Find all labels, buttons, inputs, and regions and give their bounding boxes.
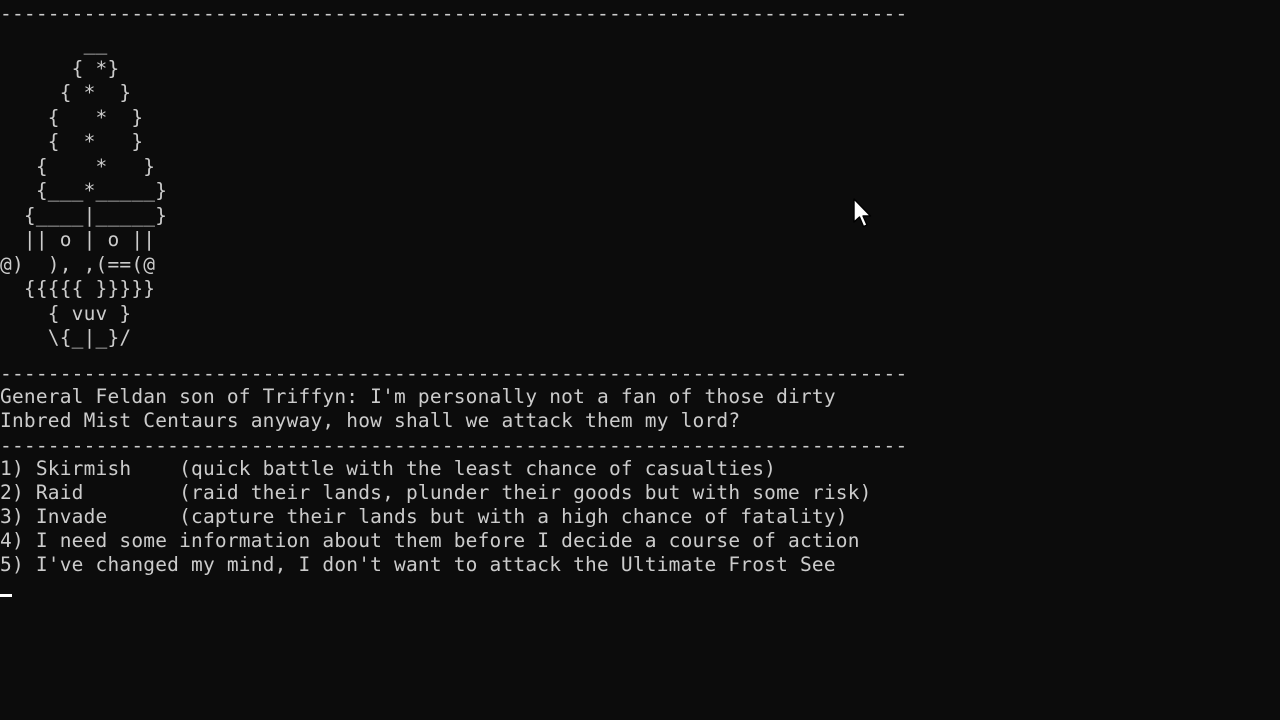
menu-option-skirmish: 1) Skirmish (quick battle with the least…: [0, 457, 777, 480]
art-line: {{{{{ }}}}}: [0, 277, 156, 300]
terminal-window[interactable]: ----------------------------------------…: [0, 0, 1280, 720]
dialogue-line: General Feldan son of Triffyn: I'm perso…: [0, 385, 836, 408]
art-line: { * }: [0, 81, 132, 104]
menu-option-cancel: 5) I've changed my mind, I don't want to…: [0, 553, 836, 576]
art-line: || o | o ||: [0, 228, 156, 251]
text-caret: [0, 594, 12, 597]
art-line: @) ), ,(==(@: [0, 252, 156, 276]
divider-lower: ----------------------------------------…: [0, 434, 908, 457]
art-line: __: [0, 32, 108, 55]
divider-top: ----------------------------------------…: [0, 2, 908, 25]
art-line: { vuv }: [0, 301, 132, 325]
art-line: { * }: [0, 105, 144, 129]
art-line: \{_|_}/: [0, 326, 132, 349]
art-line: { *}: [0, 56, 120, 80]
art-line: {____|_____}: [0, 203, 168, 227]
art-line: { * }: [0, 154, 156, 178]
mouse-pointer-icon: [853, 198, 872, 228]
dialogue-line: Inbred Mist Centaurs anyway, how shall w…: [0, 409, 741, 432]
menu-option-raid: 2) Raid (raid their lands, plunder their…: [0, 481, 872, 504]
art-line: {___*_____}: [0, 179, 168, 202]
ascii-art-knight: __ { *} { * } { * } { * } { * } {___*___…: [0, 32, 167, 351]
menu-option-invade: 3) Invade (capture their lands but with …: [0, 505, 848, 528]
divider-mid: ----------------------------------------…: [0, 362, 908, 385]
menu-option-information: 4) I need some information about them be…: [0, 529, 860, 552]
art-line: { * }: [0, 130, 144, 153]
